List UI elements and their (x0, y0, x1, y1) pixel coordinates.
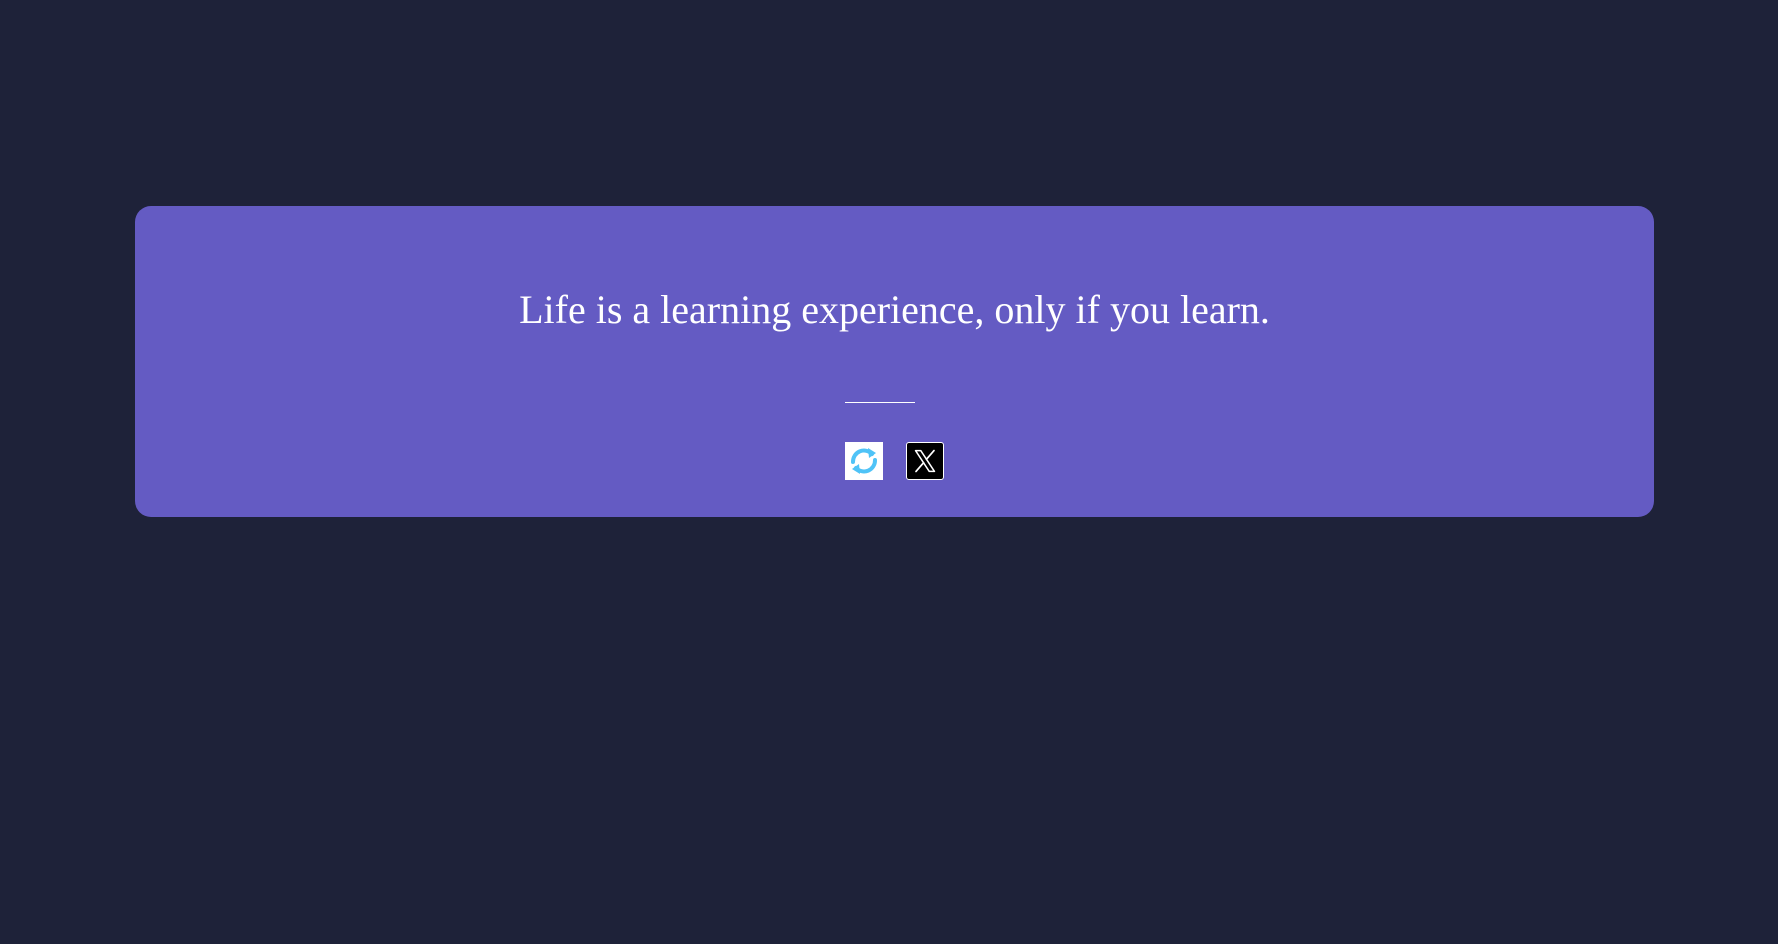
refresh-icon (845, 442, 883, 480)
quote-card: Life is a learning experience, only if y… (135, 206, 1654, 517)
x-logo-icon (907, 443, 943, 479)
new-quote-button[interactable] (845, 442, 883, 480)
divider (845, 402, 915, 403)
tweet-quote-button[interactable] (906, 442, 944, 480)
quote-text: Life is a learning experience, only if y… (519, 287, 1270, 332)
